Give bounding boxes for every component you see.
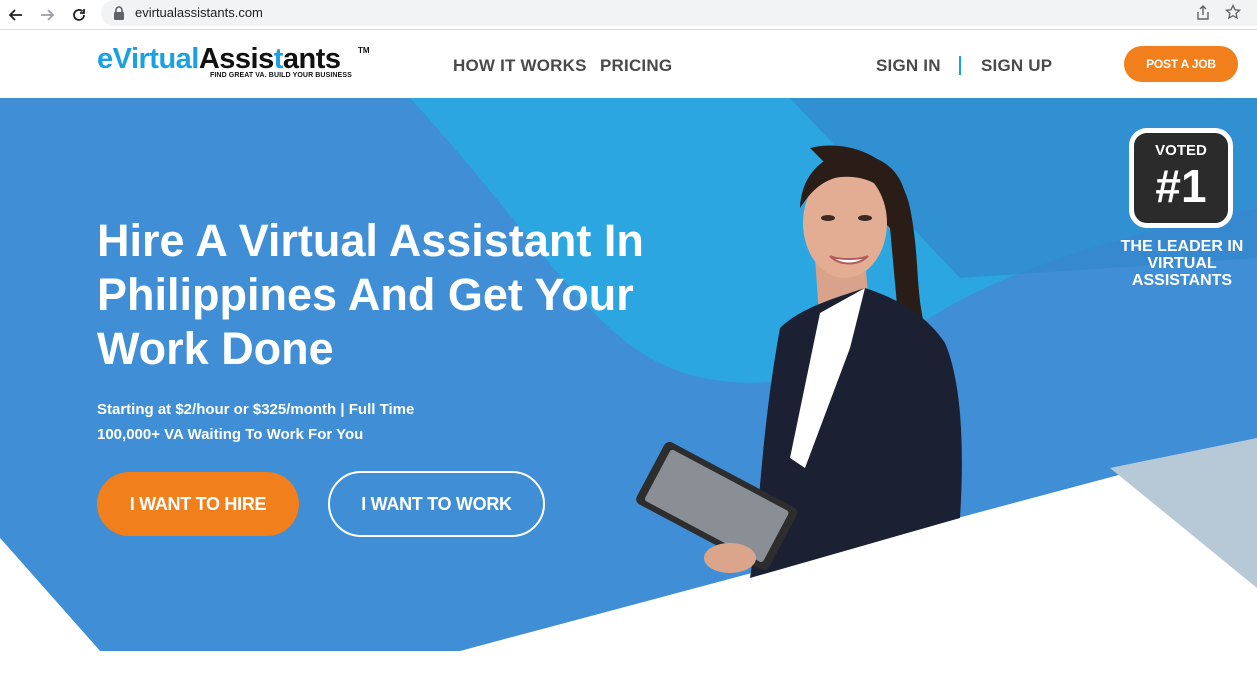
hero-section: Hire A Virtual Assistant In Philippines …	[0, 98, 1257, 699]
address-bar[interactable]: evirtualassistants.com	[101, 0, 1257, 26]
hero-title: Hire A Virtual Assistant In Philippines …	[97, 215, 644, 374]
hero-va-count-text: 100,000+ VA Waiting To Work For You	[97, 426, 364, 443]
browser-toolbar: evirtualassistants.com	[0, 0, 1257, 30]
leader-text: THE LEADER IN VIRTUAL ASSISTANTS	[1120, 238, 1244, 289]
nav-divider	[959, 56, 961, 75]
work-button[interactable]: I WANT TO WORK	[328, 471, 545, 537]
logo-trademark: TM	[358, 46, 370, 55]
reload-icon[interactable]	[67, 3, 91, 27]
lock-icon	[114, 6, 124, 20]
post-job-button[interactable]: POST A JOB	[1124, 46, 1238, 82]
voted-rank: #1	[1155, 160, 1207, 212]
logo-wordmark: eVirtualAssistants	[97, 43, 341, 75]
voted-label: VOTED	[1155, 142, 1207, 159]
hero-pricing-text: Starting at $2/hour or $325/month | Full…	[97, 401, 415, 418]
hire-button[interactable]: I WANT TO HIRE	[97, 472, 299, 536]
nav-sign-up[interactable]: SIGN UP	[981, 56, 1052, 76]
assistant-photo	[636, 145, 962, 578]
nav-how-it-works[interactable]: HOW IT WORKS	[453, 56, 587, 76]
star-icon[interactable]	[1225, 4, 1241, 20]
voted-badge: VOTED #1	[1129, 128, 1233, 228]
share-icon[interactable]	[1195, 5, 1211, 21]
site-header: eVirtualAssistants TM FIND GREAT VA. BUI…	[0, 31, 1257, 98]
logo-tagline: FIND GREAT VA. BUILD YOUR BUSINESS	[210, 72, 352, 79]
url-text[interactable]: evirtualassistants.com	[135, 5, 263, 20]
back-arrow-icon[interactable]	[4, 3, 28, 27]
nav-sign-in[interactable]: SIGN IN	[876, 56, 941, 76]
site-logo[interactable]: eVirtualAssistants TM FIND GREAT VA. BUI…	[97, 43, 377, 85]
nav-pricing[interactable]: PRICING	[600, 56, 672, 76]
forward-arrow-icon[interactable]	[35, 3, 59, 27]
